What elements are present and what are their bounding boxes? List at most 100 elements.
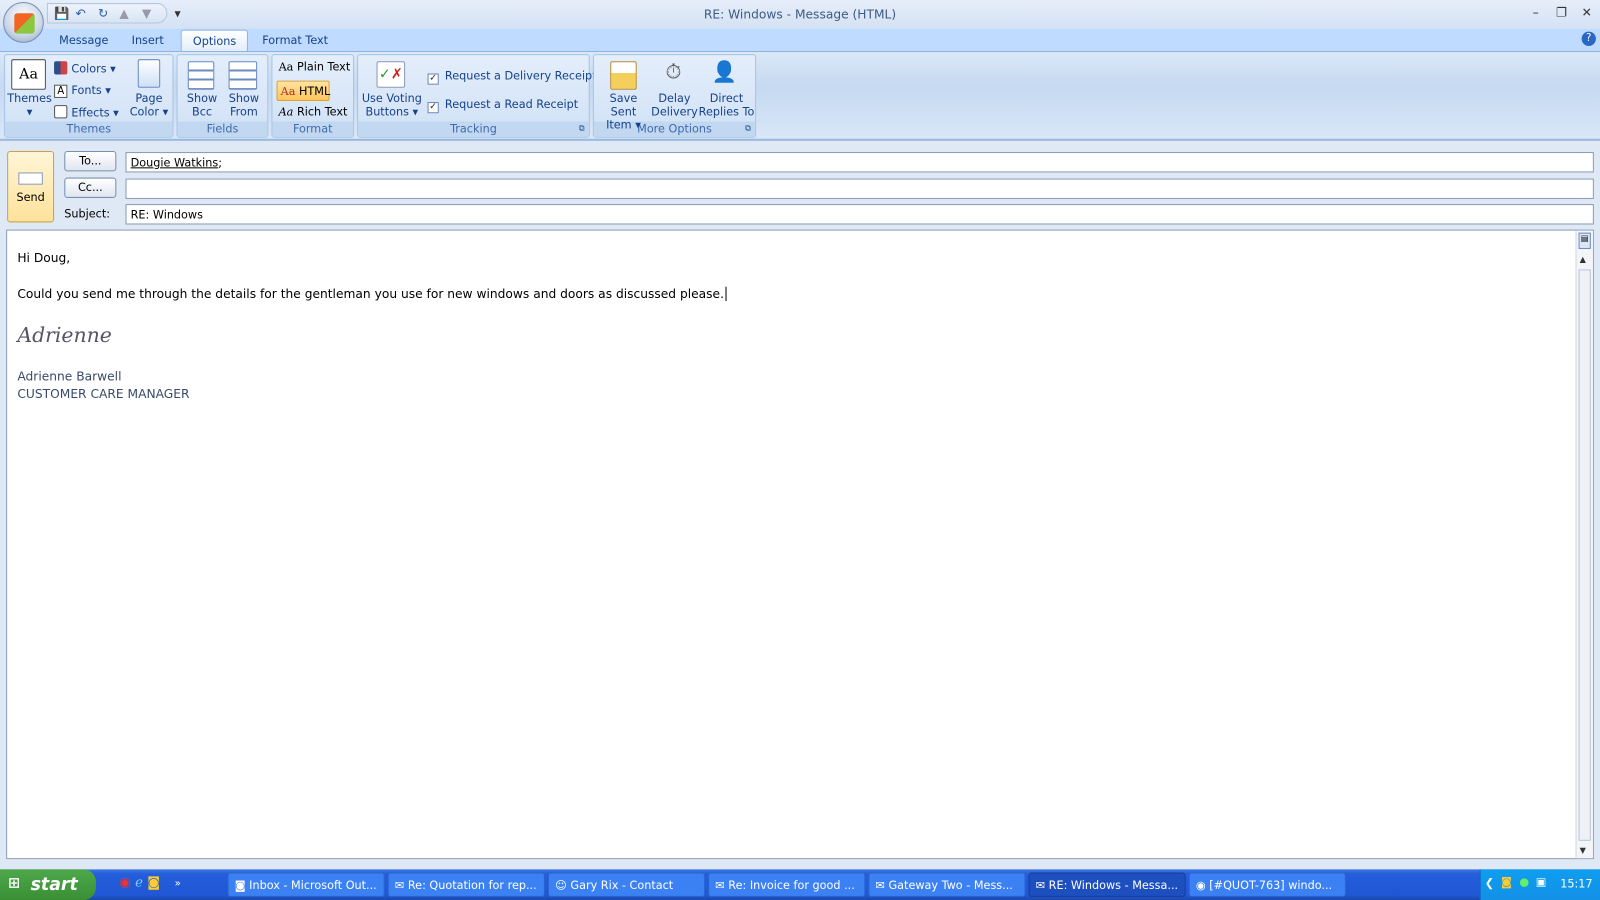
taskbar-item[interactable]: ✉ Gateway Two - Mess... xyxy=(868,872,1026,897)
voting-icon: ✓✗ xyxy=(376,61,406,88)
use-voting-buttons[interactable]: Use Voting Buttons ▾ xyxy=(360,92,423,119)
save-sent-item-button[interactable]: Save Sent Item ▾ xyxy=(596,92,651,132)
start-button[interactable]: ⊞ start xyxy=(0,869,96,900)
effects-icon xyxy=(54,105,68,119)
save-sent-item-icon xyxy=(610,61,637,90)
read-receipt-checkbox[interactable]: ✓ Request a Read Receipt xyxy=(427,98,578,114)
taskbar-item[interactable]: ◙ Inbox - Microsoft Out... xyxy=(227,872,385,897)
chrome-icon[interactable]: ◉ xyxy=(119,876,131,891)
show-bcc-icon xyxy=(187,61,215,90)
group-label: Themes xyxy=(5,121,173,137)
save-icon[interactable]: 💾 xyxy=(54,6,69,20)
title-bar: RE: Windows - Message (HTML) – ❐ ✕ xyxy=(0,0,1600,29)
colors-button[interactable]: Colors ▾ xyxy=(54,61,116,76)
tab-format-text[interactable]: Format Text xyxy=(251,30,339,51)
close-button[interactable]: ✕ xyxy=(1582,5,1592,19)
taskbar-item[interactable]: ✉ Re: Invoice for good ... xyxy=(708,872,866,897)
scroll-up-icon[interactable]: ▲ xyxy=(1580,255,1586,264)
restore-button[interactable]: ❐ xyxy=(1556,5,1567,19)
group-more-options: Save Sent Item ▾ ⏱ Delay Delivery 👤 Direct… xyxy=(592,54,757,138)
quick-access-toolbar: 💾 ↶ ↻ ▲ ▼ ▾ xyxy=(46,3,181,24)
down-icon[interactable]: ▼ xyxy=(142,6,151,20)
signature-name: Adrienne Barwell xyxy=(17,369,122,384)
send-label: Send xyxy=(16,190,45,205)
more-chevron-icon[interactable]: » xyxy=(175,879,181,890)
html-option[interactable]: Aa HTML xyxy=(276,80,330,102)
office-button[interactable] xyxy=(3,2,44,43)
rich-text-option[interactable]: Aa Rich Text xyxy=(279,105,348,118)
cc-button[interactable]: Cc... xyxy=(64,177,117,198)
outlook-icon: ◙ xyxy=(234,878,250,892)
tab-insert[interactable]: Insert xyxy=(120,30,175,51)
to-button[interactable]: To... xyxy=(64,151,117,172)
contact-icon: ☺ xyxy=(555,878,571,892)
scroll-thumb[interactable] xyxy=(1578,269,1591,841)
taskbar-item[interactable]: ✉ Re: Quotation for rep... xyxy=(387,872,545,897)
chrome-icon: ◉ xyxy=(1195,878,1210,892)
to-field[interactable]: Dougie Watkins; xyxy=(125,152,1594,173)
cc-field[interactable] xyxy=(125,178,1594,199)
dialog-launcher-icon[interactable]: ⧉ xyxy=(745,123,751,133)
direct-replies-icon: 👤 xyxy=(711,59,738,84)
ruler-toggle-icon[interactable]: ▤ xyxy=(1578,232,1591,249)
aa-icon: Aa xyxy=(280,84,296,98)
network-tray-icon[interactable]: ▣ xyxy=(1536,876,1547,889)
redo-icon[interactable]: ↻ xyxy=(98,6,108,20)
tab-message[interactable]: Message xyxy=(48,30,120,51)
signature-script: Adrienne xyxy=(17,322,112,347)
status-tray-icon[interactable]: ● xyxy=(1519,876,1529,889)
system-tray: ❮ ◙ ● ▣ 15:17 xyxy=(1479,869,1600,900)
group-fields: Show Bcc Show From Fields xyxy=(176,54,269,138)
ie-icon[interactable]: ℯ xyxy=(135,876,143,891)
scroll-down-icon[interactable]: ▼ xyxy=(1580,846,1586,855)
dialog-launcher-icon[interactable]: ⧉ xyxy=(579,123,585,133)
outlook-icon[interactable]: ◙ xyxy=(147,876,160,891)
tray-expand-icon[interactable]: ❮ xyxy=(1485,877,1494,890)
show-bcc-button[interactable]: Show Bcc xyxy=(182,92,223,119)
outlook-tray-icon[interactable]: ◙ xyxy=(1501,876,1512,889)
office-logo-icon xyxy=(14,13,35,34)
help-icon[interactable]: ? xyxy=(1581,31,1596,46)
envelope-icon: ✉ xyxy=(715,878,729,892)
colors-icon xyxy=(54,61,68,75)
fonts-icon: A xyxy=(54,84,68,98)
recipient[interactable]: Dougie Watkins xyxy=(131,156,219,169)
themes-icon: Aa xyxy=(11,59,46,90)
send-envelope-icon xyxy=(18,172,43,185)
delay-delivery-button[interactable]: Delay Delivery xyxy=(651,92,698,119)
subject-label: Subject: xyxy=(64,207,111,221)
group-tracking: ✓✗ Use Voting Buttons ▾ ✓ Request a Delive… xyxy=(357,54,597,138)
group-format: Aa Plain Text Aa HTML Aa Rich Text Forma… xyxy=(271,54,355,138)
page-color-icon xyxy=(137,59,161,88)
tab-options[interactable]: Options xyxy=(180,29,249,52)
taskbar-item[interactable]: ◉ [#QUOT-763] windo... xyxy=(1188,872,1346,897)
page-color-button[interactable]: Page Color ▾ xyxy=(126,92,173,119)
taskbar-item-active[interactable]: ✉ RE: Windows - Messa... xyxy=(1028,872,1186,897)
greeting: Hi Doug, xyxy=(17,251,71,266)
themes-button[interactable]: Themes ▾ xyxy=(7,92,52,119)
taskbar: ⊞ start ◉ ℯ ◙ » ◙ Inbox - Microsoft Out..… xyxy=(0,869,1600,900)
envelope-icon: ✉ xyxy=(875,878,889,892)
vertical-scrollbar[interactable]: ▤ ▲ ▼ xyxy=(1575,230,1593,859)
signature-role: CUSTOMER CARE MANAGER xyxy=(17,386,190,402)
customize-qat-icon[interactable]: ▾ xyxy=(174,6,180,20)
delivery-receipt-checkbox[interactable]: ✓ Request a Delivery Receipt xyxy=(427,69,597,85)
group-themes: Aa Themes ▾ Colors ▾ A Fonts ▾ Effects ▾ P… xyxy=(4,54,174,138)
subject-field[interactable]: RE: Windows xyxy=(125,204,1594,225)
effects-button[interactable]: Effects ▾ xyxy=(54,105,119,119)
message-icon: ✉ xyxy=(1035,878,1049,892)
fonts-button[interactable]: A Fonts ▾ xyxy=(54,84,111,98)
minimize-button[interactable]: – xyxy=(1533,5,1539,19)
delay-delivery-icon: ⏱ xyxy=(665,59,682,84)
envelope-icon: ✉ xyxy=(394,878,408,892)
taskbar-item[interactable]: ☺ Gary Rix - Contact xyxy=(547,872,706,897)
up-icon[interactable]: ▲ xyxy=(119,6,128,20)
clock[interactable]: 15:17 xyxy=(1560,878,1592,891)
message-body[interactable]: Hi Doug, Could you send me through the d… xyxy=(6,229,1594,860)
body-line: Could you send me through the details fo… xyxy=(17,286,730,302)
show-from-button[interactable]: Show From xyxy=(222,92,265,119)
plain-text-option[interactable]: Aa Plain Text xyxy=(279,60,351,73)
direct-replies-button[interactable]: Direct Replies To xyxy=(698,92,755,119)
undo-icon[interactable]: ↶ xyxy=(76,6,86,20)
send-button[interactable]: Send xyxy=(7,151,55,223)
